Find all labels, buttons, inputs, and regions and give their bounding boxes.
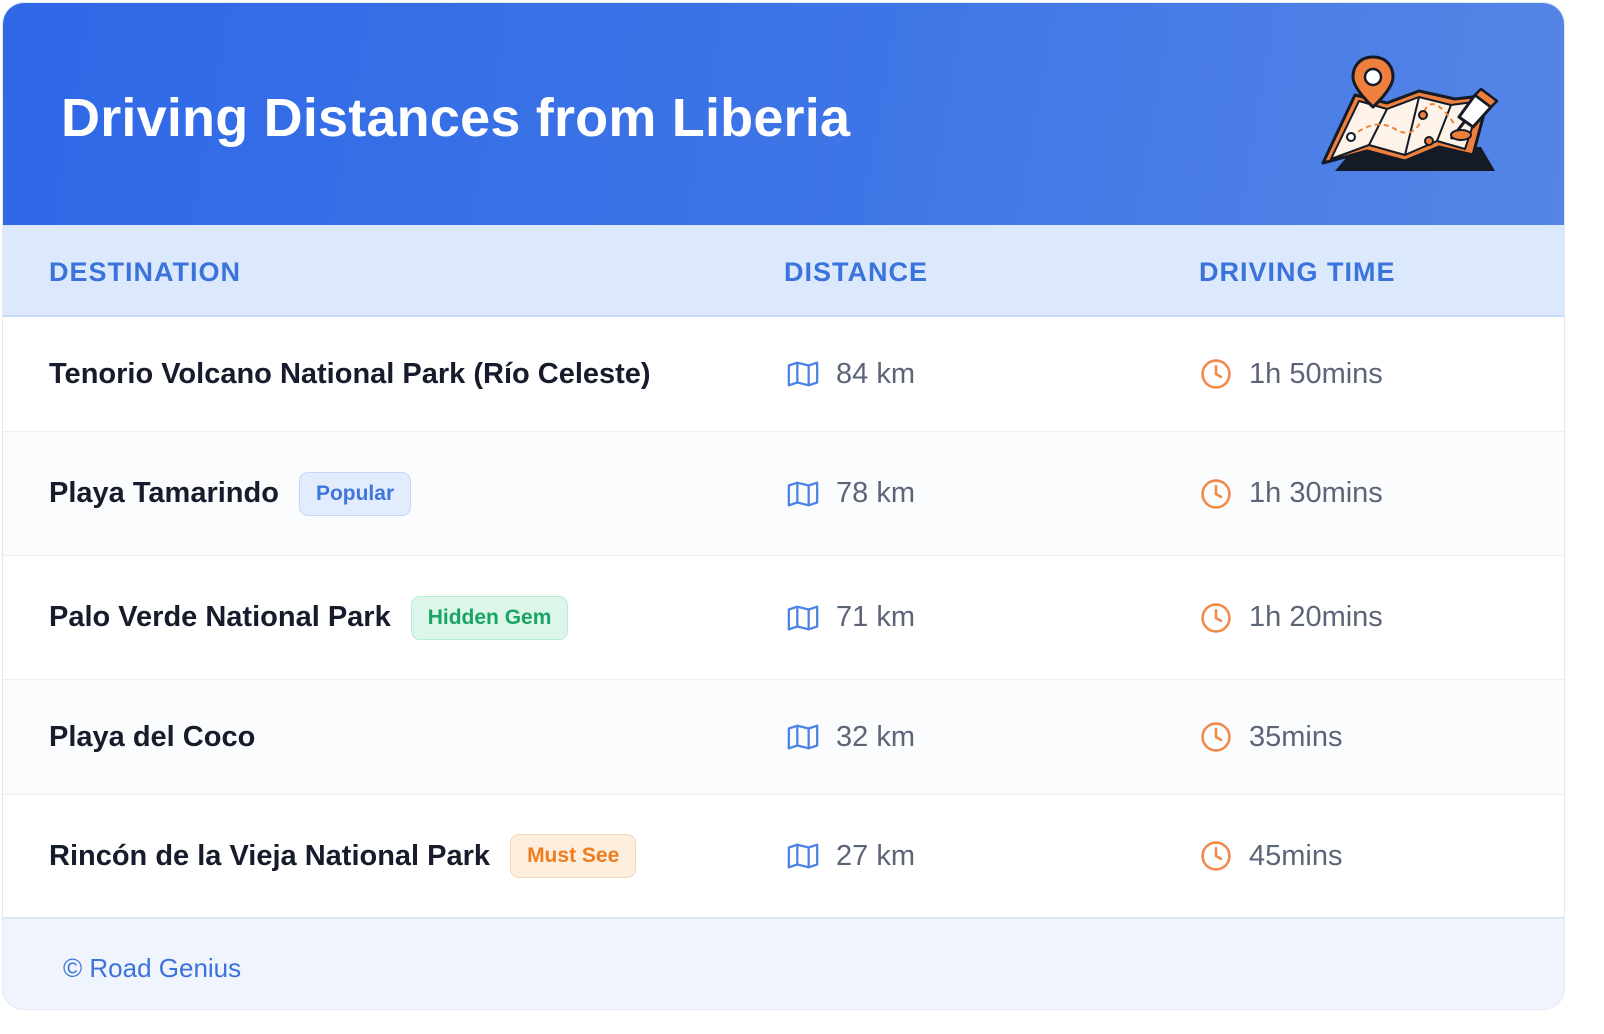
page-title: Driving Distances from Liberia: [61, 88, 851, 148]
map-icon: [787, 361, 819, 387]
distance-value: 27 km: [836, 839, 915, 872]
map-with-pins-icon: [1321, 55, 1499, 171]
driving-time-value: 35mins: [1249, 720, 1343, 753]
clock-icon: [1201, 478, 1231, 509]
destination-name: Rincón de la Vieja National Park: [49, 839, 491, 872]
table-header: DESTINATION DISTANCE DRIVING TIME: [3, 225, 1564, 317]
column-header-destination: DESTINATION: [49, 257, 241, 287]
header-banner: Driving Distances from Liberia: [3, 3, 1564, 225]
column-header-distance: DISTANCE: [784, 257, 929, 287]
driving-time-value: 45mins: [1249, 839, 1343, 872]
distance-value: 84 km: [836, 357, 915, 390]
distance-value: 32 km: [836, 720, 915, 753]
distance-value: 78 km: [836, 477, 915, 509]
map-icon: [787, 843, 819, 869]
map-icon: [787, 605, 819, 630]
column-header-driving-time: DRIVING TIME: [1199, 257, 1396, 287]
driving-time-value: 1h 30mins: [1249, 477, 1383, 509]
destination-name: Playa Tamarindo: [49, 477, 279, 509]
hidden-gem-badge: Hidden Gem: [410, 595, 569, 640]
destination-name: Tenorio Volcano National Park (Río Celes…: [49, 357, 651, 390]
driving-time-value: 1h 50mins: [1249, 357, 1383, 390]
clock-icon: [1201, 359, 1231, 389]
table-row: Playa Tamarindo Popular 78 km 1h 30mins: [3, 432, 1564, 556]
clock-icon: [1201, 841, 1231, 871]
destination-name: Playa del Coco: [49, 720, 256, 753]
table-row: Tenorio Volcano National Park (Río Celes…: [3, 317, 1564, 432]
must-see-badge: Must See: [510, 834, 637, 878]
map-icon: [787, 724, 819, 750]
driving-time-value: 1h 20mins: [1249, 601, 1383, 633]
distance-card: Driving Distances from Liberia DESTINATI…: [2, 2, 1565, 1010]
table-row: Rincón de la Vieja National Park Must Se…: [3, 795, 1564, 917]
clock-icon: [1201, 722, 1231, 752]
destination-name: Palo Verde National Park: [49, 601, 391, 633]
table-row: Playa del Coco 32 km 35mins: [3, 680, 1564, 795]
copyright-text: © Road Genius: [63, 953, 242, 983]
popular-badge: Popular: [298, 471, 412, 516]
map-icon: [787, 481, 819, 506]
table-row: Palo Verde National Park Hidden Gem 71 k…: [3, 556, 1564, 680]
clock-icon: [1201, 602, 1231, 633]
footer: © Road Genius: [3, 917, 1564, 1009]
distance-value: 71 km: [836, 601, 915, 633]
